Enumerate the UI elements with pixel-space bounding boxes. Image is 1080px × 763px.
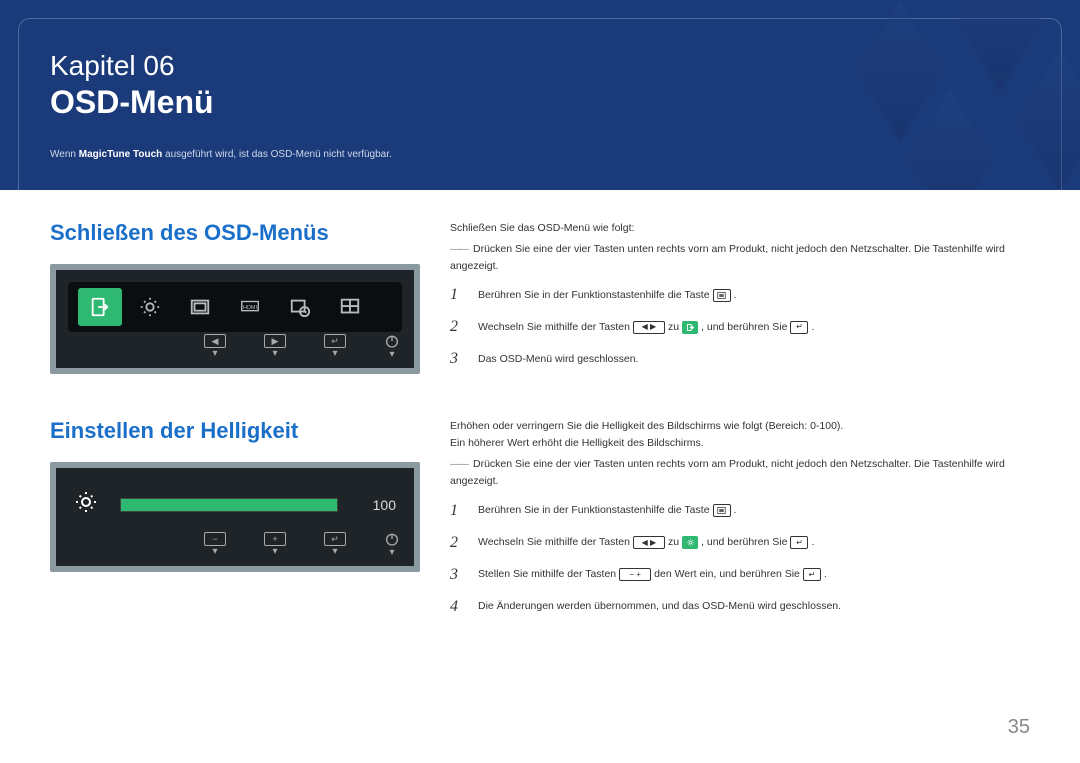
content-area: Schließen des OSD-Menüs HDMI ◀▾ ▶▾ ↵▾ [50, 220, 1030, 666]
note-bold: MagicTune Touch [79, 149, 163, 160]
left-column: Schließen des OSD-Menüs HDMI ◀▾ ▶▾ ↵▾ [50, 220, 420, 382]
step-number: 3 [450, 350, 464, 368]
svg-text:HDMI: HDMI [243, 305, 258, 311]
step: 3 Stellen Sie mithilfe der Tasten − + den… [450, 566, 1030, 584]
right-column: Schließen Sie das OSD-Menü wie folgt: Dr… [450, 220, 1030, 382]
step: 4 Die Änderungen werden übernommen, und d… [450, 598, 1030, 616]
intro-text: Schließen Sie das OSD-Menü wie folgt: [450, 220, 1030, 237]
intro-text-2: Ein höherer Wert erhöht die Helligkeit d… [450, 435, 1030, 452]
step-number: 3 [450, 566, 464, 584]
step-number: 4 [450, 598, 464, 616]
right-column: Erhöhen oder verringern Sie die Helligke… [450, 418, 1030, 629]
power-control: ▾ [384, 531, 400, 558]
enter-icon: ↵ [790, 536, 808, 549]
step: 3 Das OSD-Menü wird geschlossen. [450, 350, 1030, 368]
step-text: Die Änderungen werden übernommen, und da… [478, 599, 841, 615]
section-brightness: Einstellen der Helligkeit 100 −▾ +▾ ↵▾ ▾ [50, 418, 1030, 629]
step-text: Berühren Sie in der Funktionstastenhilfe… [478, 503, 736, 519]
pip-icon [328, 288, 372, 326]
left-right-icon: ◀ ▶ [633, 536, 665, 549]
step: 1 Berühren Sie in der Funktionstastenhilf… [450, 286, 1030, 304]
exit-icon [682, 321, 698, 334]
exit-icon [78, 288, 122, 326]
step: 2 Wechseln Sie mithilfe der Tasten ◀ ▶ zu… [450, 318, 1030, 336]
chapter-label: Kapitel 06 [50, 50, 392, 82]
section-title: Schließen des OSD-Menüs [50, 220, 420, 246]
left-column: Einstellen der Helligkeit 100 −▾ +▾ ↵▾ ▾ [50, 418, 420, 629]
step-number: 2 [450, 534, 464, 552]
header-note: Wenn MagicTune Touch ausgeführt wird, is… [50, 149, 392, 160]
note-suffix: ausgeführt wird, ist das OSD-Menü nicht … [162, 149, 392, 160]
page-number: 35 [1008, 716, 1030, 739]
osd-control-row: ◀▾ ▶▾ ↵▾ ▾ [204, 333, 400, 360]
osd-illustration-close: HDMI ◀▾ ▶▾ ↵▾ ▾ [50, 264, 420, 374]
section-close-osd: Schließen des OSD-Menüs HDMI ◀▾ ▶▾ ↵▾ [50, 220, 1030, 382]
brightness-icon [128, 288, 172, 326]
step-text: Das OSD-Menü wird geschlossen. [478, 352, 638, 368]
power-control: ▾ [384, 333, 400, 360]
menu-icon [713, 504, 731, 517]
minus-plus-icon: − + [619, 568, 651, 581]
brightness-icon [682, 536, 698, 549]
header-text: Kapitel 06 OSD-Menü Wenn MagicTune Touch… [50, 50, 392, 160]
brightness-slider-row: 100 [74, 490, 396, 519]
dash-note: Drücken Sie eine der vier Tasten unten r… [450, 241, 1030, 275]
decorative-cubes [740, 0, 1080, 190]
step-number: 2 [450, 318, 464, 336]
osd-control-row: −▾ +▾ ↵▾ ▾ [204, 531, 400, 558]
slider-fill [121, 499, 337, 511]
section-title: Einstellen der Helligkeit [50, 418, 420, 444]
enter-icon: ↵ [790, 321, 808, 334]
slider-track [120, 498, 338, 512]
step-text: Wechseln Sie mithilfe der Tasten ◀ ▶ zu … [478, 320, 814, 336]
brightness-icon [74, 490, 102, 519]
header-background: Kapitel 06 OSD-Menü Wenn MagicTune Touch… [0, 0, 1080, 190]
enter-control: ↵▾ [324, 334, 346, 359]
step: 2 Wechseln Sie mithilfe der Tasten ◀ ▶ zu… [450, 534, 1030, 552]
hdmi-icon: HDMI [228, 288, 272, 326]
step-text: Berühren Sie in der Funktionstastenhilfe… [478, 288, 736, 304]
minus-control: −▾ [204, 532, 226, 557]
left-control: ◀▾ [204, 334, 226, 359]
step-number: 1 [450, 502, 464, 520]
left-right-icon: ◀ ▶ [633, 321, 665, 334]
steps-list-2: 1 Berühren Sie in der Funktionstastenhilf… [450, 502, 1030, 616]
enter-icon: ↵ [803, 568, 821, 581]
step-text: Wechseln Sie mithilfe der Tasten ◀ ▶ zu … [478, 535, 814, 551]
aspect-icon [178, 288, 222, 326]
note-prefix: Wenn [50, 149, 79, 160]
step-text: Stellen Sie mithilfe der Tasten − + den … [478, 567, 827, 583]
step-number: 1 [450, 286, 464, 304]
dash-note: Drücken Sie eine der vier Tasten unten r… [450, 456, 1030, 490]
steps-list-1: 1 Berühren Sie in der Funktionstastenhilf… [450, 286, 1030, 368]
plus-control: +▾ [264, 532, 286, 557]
osd-illustration-brightness: 100 −▾ +▾ ↵▾ ▾ [50, 462, 420, 572]
slider-value: 100 [356, 497, 396, 513]
timer-icon [278, 288, 322, 326]
enter-control: ↵▾ [324, 532, 346, 557]
osd-icon-row: HDMI [68, 282, 402, 332]
right-control: ▶▾ [264, 334, 286, 359]
page-title: OSD-Menü [50, 84, 392, 121]
step: 1 Berühren Sie in der Funktionstastenhilf… [450, 502, 1030, 520]
menu-icon [713, 289, 731, 302]
intro-text: Erhöhen oder verringern Sie die Helligke… [450, 418, 1030, 435]
